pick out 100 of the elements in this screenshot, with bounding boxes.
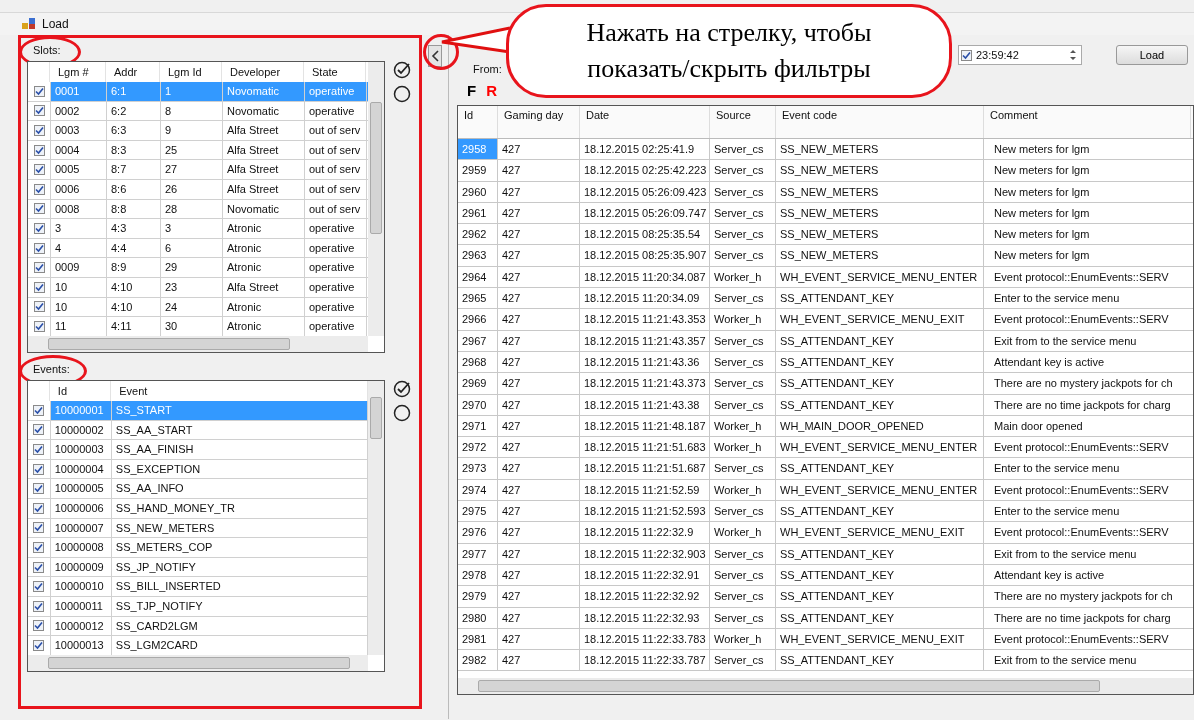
table-row[interactable]: 10 4:10 23 Alfa Street operative (28, 277, 368, 298)
table-row[interactable]: 3 4:3 3 Atronic operative (28, 219, 368, 239)
checkbox[interactable] (33, 561, 45, 573)
table-row[interactable]: 2965 427 18.12.2015 11:20:34.09 Server_cs SS_ATTENDANT_KEY Enter to the service menu (458, 288, 1193, 310)
table-row[interactable]: 0003 6:3 9 Alfa Street out of serv (28, 121, 368, 141)
table-row[interactable]: 2962 427 18.12.2015 08:25:35.54 Server_cs SS_NEW_METERS New meters for lgm (458, 224, 1193, 246)
check-all-icon[interactable] (393, 61, 411, 79)
check-all-icon[interactable] (393, 380, 411, 398)
checkbox[interactable] (33, 222, 45, 234)
checkbox[interactable] (33, 164, 45, 176)
checkbox[interactable] (33, 581, 45, 593)
checkbox[interactable] (33, 125, 45, 136)
table-row[interactable]: 2958 427 18.12.2015 02:25:41.9 Server_cs SS_NEW_METERS New meters for lgm (458, 139, 1193, 161)
checkbox[interactable] (33, 262, 45, 274)
checkbox[interactable] (33, 600, 45, 612)
table-row[interactable]: 2969 427 18.12.2015 11:21:43.373 Server_cs SS_ATTENDANT_KEY There are no mystery jackpots for ch (458, 373, 1193, 395)
column-header[interactable]: Date (580, 106, 710, 138)
checkbox[interactable] (33, 301, 45, 313)
checkbox[interactable] (33, 85, 45, 97)
table-row[interactable]: 2976 427 18.12.2015 11:22:32.9 Worker_h WH_EVENT_SERVICE_MENU_EXIT Event protocol::EnumEvents::SERV (458, 522, 1193, 544)
checkbox[interactable] (33, 463, 45, 475)
checkbox[interactable] (33, 483, 45, 495)
table-row[interactable]: 10000003 SS_AA_FINISH (28, 440, 368, 460)
vertical-scrollbar[interactable] (368, 62, 384, 336)
horizontal-scrollbar[interactable] (28, 336, 368, 352)
table-row[interactable]: 2963 427 18.12.2015 08:25:35.907 Server_cs SS_NEW_METERS New meters for lgm (458, 245, 1193, 267)
table-row[interactable]: 0006 8:6 26 Alfa Street out of serv (28, 179, 368, 200)
table-row[interactable]: 0008 8:8 28 Novomatic out of serv (28, 199, 368, 220)
table-row[interactable]: 10000004 SS_EXCEPTION (28, 459, 368, 480)
table-row[interactable]: 2971 427 18.12.2015 11:21:48.187 Worker_h WH_MAIN_DOOR_OPENED Main door opened (458, 415, 1193, 438)
checkbox[interactable] (33, 105, 45, 117)
table-row[interactable]: 10000010 SS_BILL_INSERTED (28, 577, 368, 597)
column-header[interactable]: Event code (776, 106, 984, 138)
table-row[interactable]: 2961 427 18.12.2015 05:26:09.747 Server_cs SS_NEW_METERS New meters for lgm (458, 202, 1193, 225)
table-row[interactable]: 10000011 SS_TJP_NOTIFY (28, 596, 368, 617)
table-row[interactable]: 2978 427 18.12.2015 11:22:32.91 Server_cs SS_ATTENDANT_KEY Attendant key is active (458, 564, 1193, 587)
table-row[interactable]: 0005 8:7 27 Alfa Street out of serv (28, 160, 368, 180)
time-field[interactable]: 23:59:42 (958, 45, 1082, 65)
checkbox[interactable] (33, 639, 45, 651)
toolbar-button[interactable]: R (486, 81, 497, 99)
table-row[interactable]: 10000007 SS_NEW_METERS (28, 518, 368, 539)
table-row[interactable]: 10000005 SS_AA_INFO (28, 479, 368, 499)
table-cell: 427 (498, 543, 580, 564)
table-row[interactable]: 0004 8:3 25 Alfa Street out of serv (28, 140, 368, 161)
table-row[interactable]: 0009 8:9 29 Atronic operative (28, 258, 368, 278)
load-button[interactable]: Load (1116, 45, 1188, 65)
table-row[interactable]: 10 4:10 24 Atronic operative (28, 297, 368, 318)
table-row[interactable]: 10000009 SS_JP_NOTIFY (28, 557, 368, 578)
table-row[interactable]: 2974 427 18.12.2015 11:21:52.59 Worker_h WH_EVENT_SERVICE_MENU_ENTER Event protocol::EnumEvents::SERV (458, 479, 1193, 502)
collapse-arrow-button[interactable] (428, 45, 442, 67)
checkbox[interactable] (33, 144, 45, 156)
checkbox[interactable] (961, 49, 972, 61)
table-cell-text: Event protocol::EnumEvents::SERV (993, 525, 1170, 541)
table-row[interactable]: 2979 427 18.12.2015 11:22:32.92 Server_cs SS_ATTENDANT_KEY There are no mystery jackpots for ch (458, 586, 1193, 608)
checkbox[interactable] (33, 502, 45, 514)
checkbox[interactable] (33, 183, 45, 195)
table-row[interactable]: 10000006 SS_HAND_MONEY_TR (28, 498, 368, 519)
checkbox[interactable] (33, 522, 45, 534)
column-header[interactable]: Gaming day (498, 106, 580, 138)
checkbox[interactable] (33, 620, 45, 632)
uncheck-all-icon[interactable] (393, 404, 411, 422)
table-row[interactable]: 2972 427 18.12.2015 11:21:51.683 Worker_h WH_EVENT_SERVICE_MENU_ENTER Event protocol::EnumEvents::SERV (458, 437, 1193, 459)
table-row[interactable]: 2959 427 18.12.2015 02:25:42.223 Server_cs SS_NEW_METERS New meters for lgm (458, 160, 1193, 182)
horizontal-scrollbar[interactable] (28, 655, 368, 671)
toolbar-button[interactable]: F (467, 81, 477, 99)
table-row[interactable]: 2968 427 18.12.2015 11:21:43.36 Server_cs SS_ATTENDANT_KEY Attendant key is active (458, 351, 1193, 374)
uncheck-all-icon[interactable] (393, 85, 411, 103)
table-row[interactable]: 2977 427 18.12.2015 11:22:32.903 Server_cs SS_ATTENDANT_KEY Exit from to the service menu (458, 543, 1193, 565)
checkbox[interactable] (33, 444, 45, 455)
column-header[interactable]: Id (458, 106, 498, 138)
table-cell: 18.12.2015 11:22:33.787 (580, 650, 710, 671)
table-row[interactable]: 2980 427 18.12.2015 11:22:32.93 Server_cs SS_ATTENDANT_KEY There are no time jackpots for charg (458, 607, 1193, 629)
table-row[interactable]: 10000012 SS_CARD2LGM (28, 616, 368, 637)
table-row[interactable]: 10000008 SS_METERS_COP (28, 538, 368, 558)
checkbox[interactable] (33, 242, 45, 254)
horizontal-scrollbar[interactable] (458, 678, 1193, 694)
table-row[interactable]: 2975 427 18.12.2015 11:21:52.593 Server_cs SS_ATTENDANT_KEY Enter to the service menu (458, 501, 1193, 523)
table-row[interactable]: 0002 6:2 8 Novomatic operative (28, 101, 368, 122)
table-row[interactable]: 2981 427 18.12.2015 11:22:33.783 Worker_h WH_EVENT_SERVICE_MENU_EXIT Event protocol::EnumEvents::SERV (458, 628, 1193, 651)
table-row[interactable]: 2970 427 18.12.2015 11:21:43.38 Server_cs SS_ATTENDANT_KEY There are no time jackpots for charg (458, 394, 1193, 416)
checkbox[interactable] (33, 404, 45, 416)
checkbox[interactable] (33, 424, 45, 436)
table-row[interactable]: 10000002 SS_AA_START (28, 420, 368, 441)
checkbox[interactable] (33, 281, 45, 293)
table-cell: Worker_h (710, 309, 776, 330)
table-cell: 427 (498, 628, 580, 650)
table-row[interactable]: 2982 427 18.12.2015 11:22:33.787 Server_cs SS_ATTENDANT_KEY Exit from to the service menu (458, 650, 1193, 672)
checkbox[interactable] (33, 203, 45, 215)
table-row[interactable]: 2960 427 18.12.2015 05:26:09.423 Server_cs SS_NEW_METERS New meters for lgm (458, 181, 1193, 203)
table-row[interactable]: 2964 427 18.12.2015 11:20:34.087 Worker_h WH_EVENT_SERVICE_MENU_ENTER Event protocol::EnumEvents::SERV (458, 266, 1193, 289)
checkbox[interactable] (33, 320, 45, 332)
column-header[interactable]: Source (710, 106, 776, 138)
table-cell: 18.12.2015 05:26:09.423 (580, 181, 710, 202)
table-row[interactable]: 4 4:4 6 Atronic operative (28, 238, 368, 259)
table-row[interactable]: 2973 427 18.12.2015 11:21:51.687 Server_cs SS_ATTENDANT_KEY Enter to the service menu (458, 458, 1193, 480)
checkbox[interactable] (33, 541, 45, 553)
table-row[interactable]: 2967 427 18.12.2015 11:21:43.357 Server_cs SS_ATTENDANT_KEY Exit from to the service menu (458, 330, 1193, 352)
column-header[interactable]: Comment (984, 106, 1191, 138)
table-row[interactable]: 2966 427 18.12.2015 11:21:43.353 Worker_h WH_EVENT_SERVICE_MENU_EXIT Event protocol::EnumEvents::SERV (458, 309, 1193, 331)
vertical-scrollbar[interactable] (368, 381, 384, 655)
